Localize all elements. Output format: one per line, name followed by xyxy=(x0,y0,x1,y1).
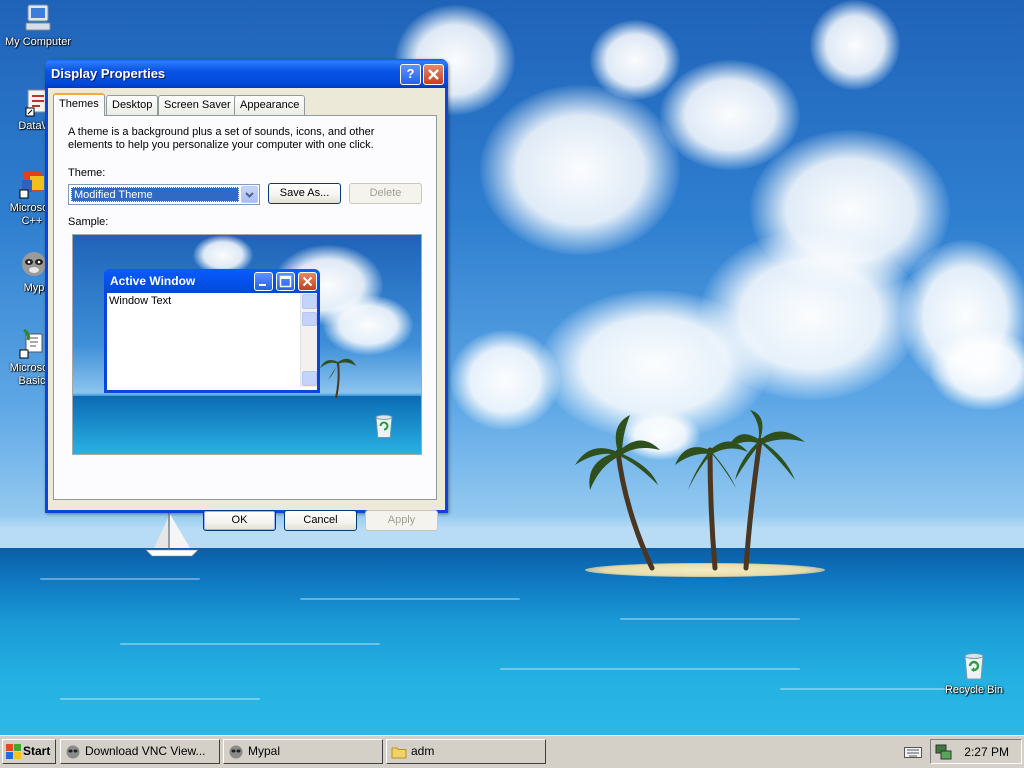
start-label: Start xyxy=(23,744,51,758)
chevron-down-icon[interactable] xyxy=(241,186,258,203)
recycle-bin-icon xyxy=(958,650,990,682)
cancel-button[interactable]: Cancel xyxy=(284,510,357,531)
task-button-vnc[interactable]: Download VNC View... xyxy=(60,739,220,764)
task-label: adm xyxy=(411,744,435,758)
mypal-raccoon-icon xyxy=(66,745,80,759)
visual-basic-icon xyxy=(16,328,48,360)
ok-button[interactable]: OK xyxy=(203,510,276,531)
tab-appearance[interactable]: Appearance xyxy=(234,95,306,115)
task-label: Download VNC View... xyxy=(85,744,206,758)
windows-logo-icon xyxy=(6,744,21,759)
apply-button[interactable]: Apply xyxy=(365,510,438,531)
visual-cpp-icon xyxy=(16,168,48,200)
scroll-up-icon xyxy=(302,294,317,309)
help-button[interactable]: ? xyxy=(400,64,421,85)
task-label: Mypal xyxy=(248,744,281,758)
tab-desktop[interactable]: Desktop xyxy=(106,95,159,115)
folder-icon xyxy=(391,747,407,759)
close-icon xyxy=(298,272,317,291)
display-properties-dialog: Display Properties ? Themes Desktop Scre… xyxy=(45,59,448,531)
tab-label: Themes xyxy=(59,98,99,110)
help-icon: ? xyxy=(406,66,415,81)
keyboard-icon[interactable] xyxy=(904,745,922,759)
close-icon xyxy=(428,69,439,80)
network-icon[interactable] xyxy=(935,743,953,761)
sea xyxy=(0,548,1024,735)
minimize-icon xyxy=(254,272,273,291)
sample-window-text: Window Text xyxy=(109,295,172,307)
sailboat-image xyxy=(145,512,199,557)
theme-dropdown-value: Modified Theme xyxy=(71,187,239,202)
tab-label: Desktop xyxy=(112,99,153,111)
theme-dropdown[interactable]: Modified Theme xyxy=(68,184,260,205)
dialog-titlebar[interactable]: Display Properties ? xyxy=(45,59,448,88)
clock: 2:27 PM xyxy=(964,745,1009,759)
close-button[interactable] xyxy=(423,64,444,85)
desktop-icon-recycle-bin[interactable]: Recycle Bin xyxy=(936,650,1012,697)
sample-scrollbar xyxy=(300,293,317,387)
dialog-body: Themes Desktop Screen Saver Appearance A… xyxy=(48,88,445,531)
task-button-mypal[interactable]: Mypal xyxy=(223,739,383,764)
sample-window-titlebar: Active Window xyxy=(104,269,320,293)
scroll-down-icon xyxy=(302,371,317,386)
system-tray: 2:27 PM xyxy=(930,739,1022,764)
theme-label: Theme: xyxy=(68,167,106,179)
tab-screen-saver[interactable]: Screen Saver xyxy=(158,95,237,115)
taskbar: Start Download VNC View... Mypal adm 2:2… xyxy=(0,735,1024,768)
delete-button[interactable]: Delete xyxy=(349,183,422,204)
start-button[interactable]: Start xyxy=(2,739,56,764)
scroll-thumb xyxy=(302,312,317,326)
sample-window-client: Window Text xyxy=(107,293,317,390)
sample-window-title: Active Window xyxy=(110,274,196,288)
sample-recycle-bin-icon xyxy=(375,414,393,438)
theme-description: A theme is a background plus a set of so… xyxy=(68,126,375,151)
tab-label: Screen Saver xyxy=(164,99,231,111)
my-computer-icon xyxy=(22,2,54,34)
sample-active-window: Active Window Window Text xyxy=(104,269,320,393)
sample-palm-image xyxy=(320,358,356,399)
sample-label: Sample: xyxy=(68,216,109,228)
mypal-raccoon-icon xyxy=(229,745,243,759)
save-as-button[interactable]: Save As... xyxy=(268,183,341,204)
task-button-adm[interactable]: adm xyxy=(386,739,546,764)
palm-trees-image xyxy=(575,410,805,571)
maximize-icon xyxy=(276,272,295,291)
tab-themes[interactable]: Themes xyxy=(53,93,105,116)
themes-panel: A theme is a background plus a set of so… xyxy=(53,115,437,500)
desktop-icon-my-computer[interactable]: My Computer xyxy=(0,2,76,49)
dialog-title: Display Properties xyxy=(51,66,166,81)
tab-label: Appearance xyxy=(240,99,300,111)
theme-sample-preview: Active Window Window Text xyxy=(72,234,422,455)
